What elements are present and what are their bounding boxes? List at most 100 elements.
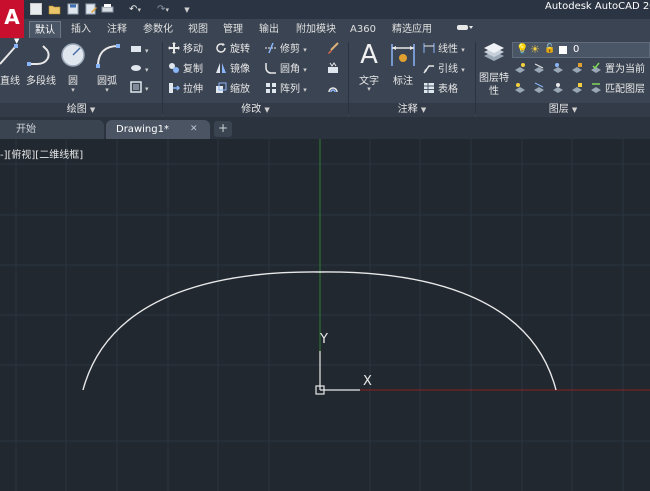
layer-off-icon <box>552 62 564 74</box>
arc-button[interactable]: 圆弧 ▾ <box>92 42 122 94</box>
tab-home[interactable]: 默认 <box>29 21 61 38</box>
close-icon[interactable]: ✕ <box>190 120 198 139</box>
tab-parametric[interactable]: 参数化 <box>140 21 176 38</box>
layer-tool-1[interactable] <box>514 62 529 78</box>
modify-panel-title[interactable]: 修改 ▼ <box>163 103 348 117</box>
table-icon <box>423 82 435 94</box>
mirror-button[interactable]: 镜像 <box>215 62 250 78</box>
ribbon-minimize-icon[interactable] <box>452 21 478 38</box>
layer-tool-4[interactable] <box>571 62 586 78</box>
chevron-down-icon: ▼ <box>14 37 20 45</box>
set-current-layer-button[interactable]: 置为当前 <box>590 62 645 78</box>
unlock-icon: 🔓 <box>544 44 556 54</box>
layer-unlock-icon <box>571 82 583 94</box>
scale-icon <box>215 82 227 94</box>
application-menu-button[interactable]: A ▼ <box>0 0 24 45</box>
layer-tool-5[interactable] <box>514 82 529 98</box>
rectangle-icon <box>130 43 142 55</box>
set-current-icon <box>590 62 602 74</box>
ucs-x-label: X <box>363 374 372 389</box>
layer-tool-8[interactable] <box>571 82 586 98</box>
circle-button[interactable]: 圆 ▾ <box>60 42 86 94</box>
erase-button[interactable] <box>327 42 342 58</box>
plot-icon[interactable] <box>101 3 114 16</box>
rectangle-button[interactable]: ▾ <box>130 43 149 59</box>
layer-color-swatch <box>559 46 567 54</box>
region-button[interactable]: ▾ <box>130 81 149 97</box>
viewport-controls[interactable]: -][俯视][二维线框] <box>0 146 83 161</box>
tab-manage[interactable]: 管理 <box>220 21 246 38</box>
undo-icon[interactable]: ↶▾ <box>124 3 146 16</box>
new-tab-button[interactable]: + <box>214 121 232 137</box>
stretch-icon <box>168 82 181 94</box>
scale-button[interactable]: 缩放 <box>215 82 250 98</box>
tab-annotate[interactable]: 注释 <box>104 21 130 38</box>
match-layer-button[interactable]: 匹配图层 <box>590 82 645 98</box>
layer-tool-6[interactable] <box>533 82 548 98</box>
save-icon[interactable] <box>66 3 79 16</box>
trim-button[interactable]: 修剪 ▾ <box>265 42 307 58</box>
table-button[interactable]: 表格 <box>423 82 458 98</box>
redo-icon[interactable]: ↷▾ <box>152 3 174 16</box>
linear-dimension-button[interactable]: 线性 ▾ <box>423 42 465 58</box>
tab-featured-apps[interactable]: 精选应用 <box>388 21 436 38</box>
hatch-button[interactable]: ▾ <box>130 62 149 78</box>
rotate-button[interactable]: 旋转 <box>215 42 250 58</box>
open-file-icon[interactable] <box>48 3 61 16</box>
mirror-icon <box>215 62 227 74</box>
chevron-down-icon: ▾ <box>367 85 371 93</box>
polyline-button[interactable]: 多段线 <box>25 42 57 88</box>
tab-output[interactable]: 输出 <box>256 21 282 38</box>
layer-thaw-icon <box>552 82 564 94</box>
array-icon <box>265 82 277 94</box>
dimension-button[interactable]: 标注 <box>389 40 417 90</box>
layer-walk-icon <box>514 82 526 94</box>
offset-button[interactable] <box>327 82 342 98</box>
array-button[interactable]: 阵列 ▾ <box>265 82 307 98</box>
region-icon <box>130 81 142 93</box>
title-bar: A ▼ ↶▾ ↷▾ ▼ Autodesk AutoCAD 20 <box>0 0 650 45</box>
autocad-window: A ▼ ↶▾ ↷▾ ▼ Autodesk AutoCAD 20 默认 插入 注释… <box>0 0 650 491</box>
save-as-icon[interactable] <box>84 3 97 16</box>
layer-tool-3[interactable] <box>552 62 567 78</box>
draw-panel: 直线 多段线 圆 ▾ 圆弧 ▾ ▾ ▾ ▾ 绘图 ▼ <box>0 38 162 117</box>
layer-lock-icon <box>571 62 583 74</box>
circle-icon <box>61 43 85 67</box>
annotation-panel-title[interactable]: 注释 ▼ <box>349 103 475 117</box>
layer-tool-2[interactable] <box>533 62 548 78</box>
tab-addins[interactable]: 附加模块 <box>292 21 340 38</box>
arc-icon <box>96 44 120 68</box>
model-space[interactable] <box>0 139 650 491</box>
fillet-button[interactable]: 圆角 ▾ <box>265 62 307 78</box>
tab-view[interactable]: 视图 <box>185 21 211 38</box>
new-file-icon[interactable] <box>30 3 42 15</box>
explode-button[interactable] <box>327 62 342 78</box>
draw-panel-title[interactable]: 绘图 ▼ <box>0 103 162 117</box>
ucs-y-label: Y <box>320 332 328 347</box>
start-tab[interactable]: 开始 <box>0 120 104 139</box>
layers-panel-title[interactable]: 图层 ▼ <box>476 103 650 117</box>
file-tab-bar: 开始 Drawing1* ✕ + <box>0 117 650 139</box>
ribbon: 直线 多段线 圆 ▾ 圆弧 ▾ ▾ ▾ ▾ 绘图 ▼ 移动 旋转 修剪 ▾ 复制… <box>0 38 650 117</box>
customize-qat-icon[interactable]: ▼ <box>183 3 191 16</box>
layer-properties-button[interactable]: 图层特性 <box>479 42 509 98</box>
modify-panel: 移动 旋转 修剪 ▾ 复制 镜像 圆角 ▾ 拉伸 缩放 阵列 ▾ 修改 ▼ <box>163 38 348 117</box>
stretch-button[interactable]: 拉伸 <box>168 82 203 98</box>
layer-dropdown[interactable]: 💡 ☀ 🔓 0 <box>512 42 650 58</box>
move-button[interactable]: 移动 <box>168 42 203 58</box>
tab-a360[interactable]: A360 <box>348 21 378 38</box>
text-button[interactable]: A 文字 ▾ <box>355 40 383 93</box>
leader-icon <box>423 62 435 74</box>
layers-panel: 图层特性 💡 ☀ 🔓 0 置为当前 匹配图层 图层 ▼ <box>476 38 650 117</box>
text-a-icon: A <box>360 40 378 70</box>
copy-button[interactable]: 复制 <box>168 62 203 78</box>
match-layer-icon <box>590 82 602 94</box>
explode-icon <box>327 62 339 74</box>
tab-insert[interactable]: 插入 <box>68 21 94 38</box>
leader-button[interactable]: 引线 ▾ <box>423 62 465 78</box>
layer-tool-7[interactable] <box>552 82 567 98</box>
drawing-tab[interactable]: Drawing1* ✕ <box>106 120 210 139</box>
annotation-panel: A 文字 ▾ 标注 线性 ▾ 引线 ▾ 表格 注释 ▼ <box>349 38 475 117</box>
drawing-canvas[interactable]: Y X <box>0 139 650 491</box>
layer-merge-icon <box>533 82 545 94</box>
